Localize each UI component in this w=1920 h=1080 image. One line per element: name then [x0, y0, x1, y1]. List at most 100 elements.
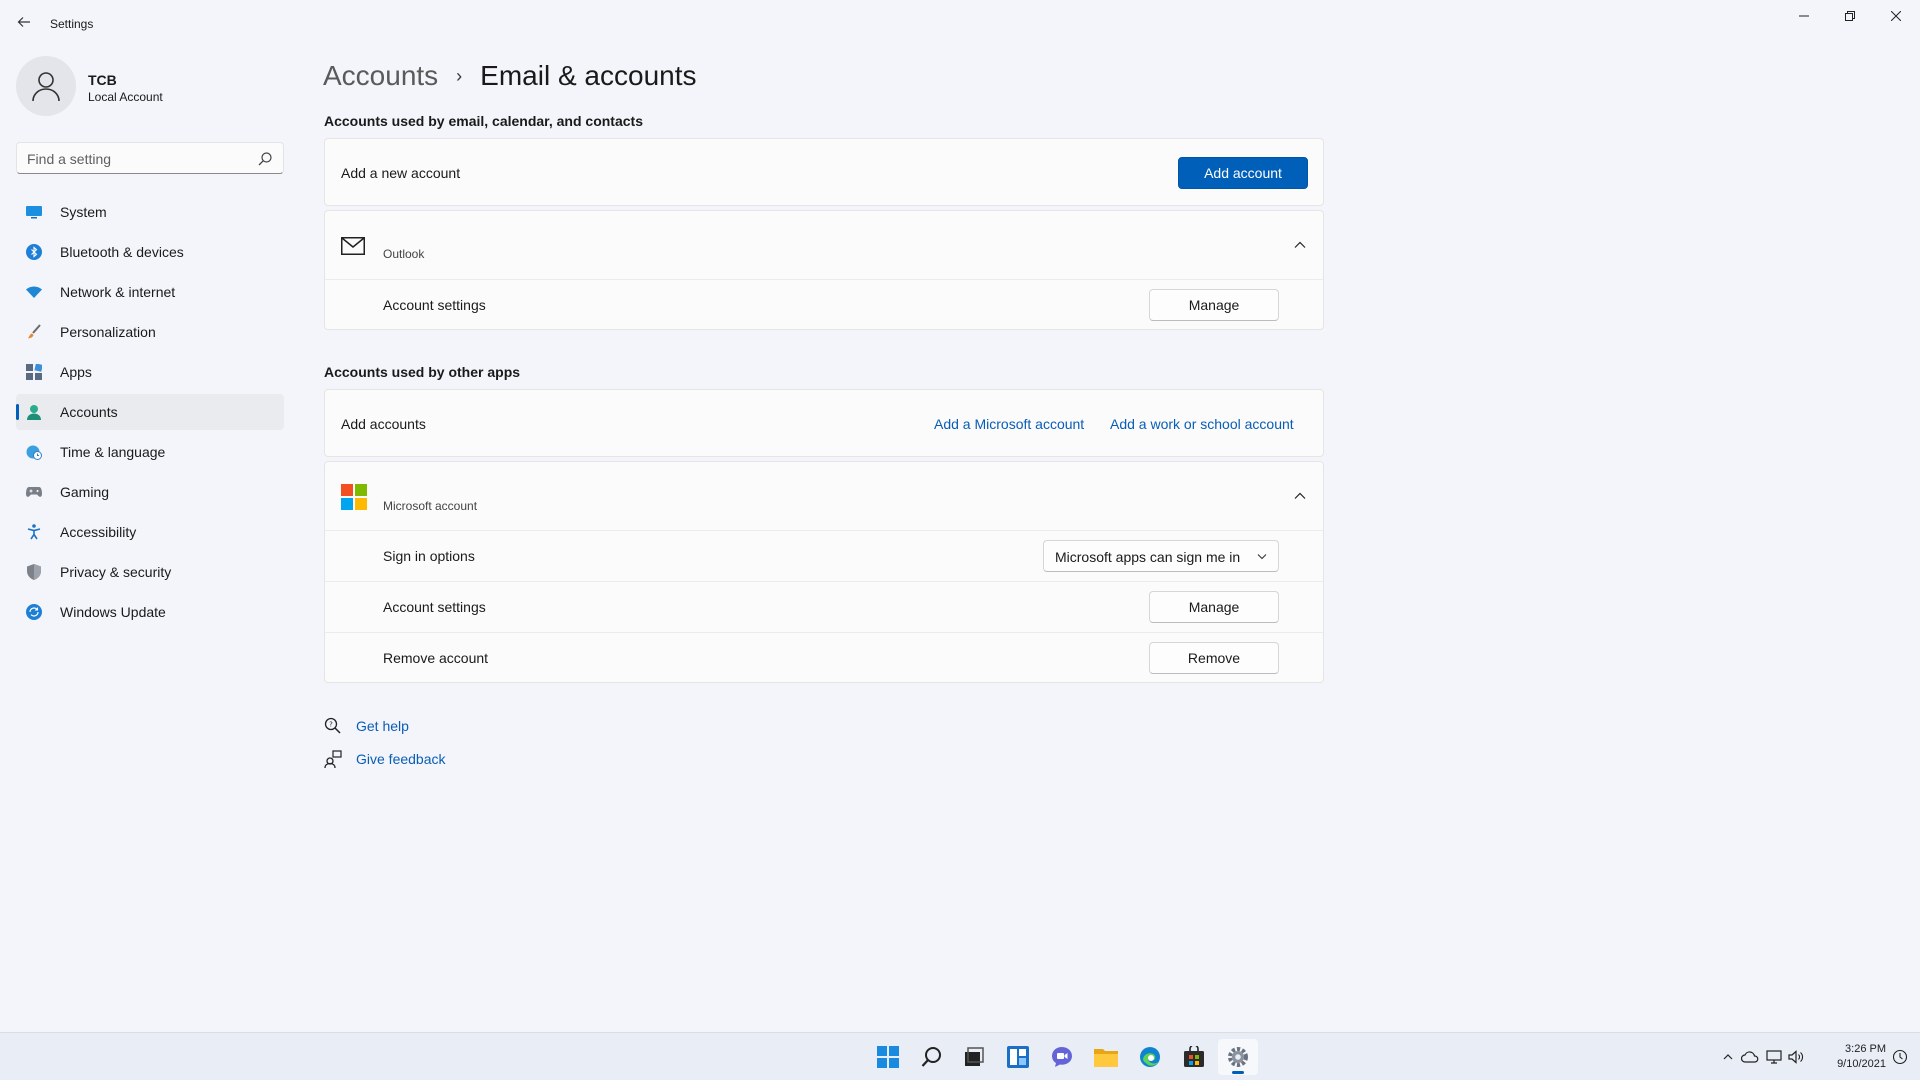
taskbar-clock[interactable]: 3:26 PM 9/10/2021 [1820, 1042, 1886, 1072]
divider [325, 632, 1323, 633]
sidebar-item-label: Accounts [60, 404, 118, 420]
breadcrumb-parent[interactable]: Accounts [323, 60, 438, 92]
tray-overflow-button[interactable] [1718, 1047, 1738, 1067]
taskbar-search-button[interactable] [912, 1039, 952, 1075]
microsoft-manage-button[interactable]: Manage [1149, 591, 1279, 623]
taskbar-store-button[interactable] [1174, 1039, 1214, 1075]
file-explorer-icon [1094, 1049, 1118, 1067]
sidebar-item-label: Personalization [60, 324, 156, 340]
arrow-left-icon [17, 17, 30, 27]
accessibility-icon [26, 524, 42, 540]
add-account-button[interactable]: Add account [1178, 157, 1308, 189]
sidebar-item-accessibility[interactable]: Accessibility [16, 514, 284, 550]
minimize-button[interactable] [1781, 0, 1827, 32]
profile-account-type: Local Account [88, 90, 163, 104]
section-title-email: Accounts used by email, calendar, and co… [324, 113, 643, 129]
microsoft-account-card: Microsoft account Sign in options Micros… [324, 461, 1324, 683]
sidebar-item-personalization[interactable]: Personalization [16, 314, 284, 350]
tray-notifications-button[interactable] [1890, 1047, 1910, 1067]
brush-icon [26, 324, 42, 340]
store-icon [1184, 1046, 1204, 1067]
microsoft-account-name: Microsoft account [383, 499, 478, 513]
feedback-icon [324, 750, 342, 768]
remove-account-label: Remove account [383, 650, 489, 666]
sidebar-item-system[interactable]: System [16, 194, 284, 230]
person-icon [32, 72, 60, 102]
shield-icon [26, 564, 42, 580]
taskbar-file-explorer-button[interactable] [1086, 1039, 1126, 1075]
profile-name: TCB [88, 72, 117, 88]
taskbar-chat-button[interactable] [1042, 1039, 1082, 1075]
give-feedback-link[interactable]: Give feedback [356, 751, 446, 767]
get-help-row[interactable]: ? Get help [324, 715, 409, 737]
sign-in-options-dropdown[interactable]: Microsoft apps can sign me in [1043, 540, 1279, 572]
settings-icon [1228, 1047, 1248, 1067]
taskbar-start-button[interactable] [868, 1039, 908, 1075]
add-microsoft-account-link[interactable]: Add a Microsoft account [934, 416, 1084, 432]
chevron-up-icon[interactable] [1292, 488, 1308, 504]
chat-icon [1052, 1047, 1072, 1067]
sign-in-options-label: Sign in options [383, 548, 475, 564]
taskbar-edge-button[interactable] [1130, 1039, 1170, 1075]
divider [325, 581, 1323, 582]
tray-onedrive-button[interactable] [1740, 1047, 1760, 1067]
add-work-school-account-link[interactable]: Add a work or school account [1110, 416, 1294, 432]
sidebar-nav: System Bluetooth & devices Network & int… [16, 194, 284, 634]
tray-network-button[interactable] [1764, 1047, 1784, 1067]
bluetooth-icon [26, 244, 42, 260]
sidebar-item-gaming[interactable]: Gaming [16, 474, 284, 510]
breadcrumb-separator: › [456, 65, 463, 86]
taskbar-task-view-button[interactable] [954, 1039, 994, 1075]
sidebar-item-bluetooth[interactable]: Bluetooth & devices [16, 234, 284, 270]
breadcrumb: Accounts › Email & accounts [323, 56, 697, 96]
search-icon[interactable] [257, 151, 273, 167]
minimize-icon [1799, 15, 1809, 17]
taskbar-settings-button[interactable] [1218, 1039, 1258, 1075]
sidebar-item-label: Network & internet [60, 284, 176, 300]
chevron-up-icon [1723, 1054, 1733, 1060]
cloud-icon [1741, 1051, 1759, 1063]
outlook-manage-button[interactable]: Manage [1149, 289, 1279, 321]
close-icon [1891, 11, 1901, 21]
sidebar-item-time-language[interactable]: Time & language [16, 434, 284, 470]
taskbar-widgets-button[interactable] [998, 1039, 1038, 1075]
taskbar-time: 3:26 PM [1845, 1043, 1886, 1055]
remove-account-button[interactable]: Remove [1149, 642, 1279, 674]
search-input[interactable] [27, 149, 247, 169]
task-view-icon [965, 1047, 984, 1066]
start-icon [877, 1046, 899, 1068]
sidebar-item-accounts[interactable]: Accounts [16, 394, 284, 430]
user-profile[interactable]: TCB Local Account [16, 56, 286, 120]
sidebar-item-label: Gaming [60, 484, 110, 500]
back-button[interactable] [12, 10, 36, 34]
sidebar-item-label: Privacy & security [60, 564, 172, 580]
tray-volume-button[interactable] [1786, 1047, 1806, 1067]
sidebar-item-label: Accessibility [60, 524, 137, 540]
sidebar-item-apps[interactable]: Apps [16, 354, 284, 390]
restore-button[interactable] [1827, 0, 1873, 32]
person-icon [26, 404, 42, 420]
globe-clock-icon [26, 444, 42, 460]
outlook-account-name: Outlook [383, 247, 425, 261]
sidebar-item-network[interactable]: Network & internet [16, 274, 284, 310]
sign-in-options-value: Microsoft apps can sign me in [1055, 549, 1241, 565]
get-help-link[interactable]: Get help [356, 718, 409, 734]
sidebar-item-privacy[interactable]: Privacy & security [16, 554, 284, 590]
mail-icon [341, 237, 365, 255]
notifications-icon [1892, 1049, 1908, 1065]
sidebar-item-windows-update[interactable]: Windows Update [16, 594, 284, 630]
network-icon [1766, 1050, 1782, 1064]
app-title: Settings [50, 17, 94, 31]
gamepad-icon [26, 484, 42, 500]
give-feedback-row[interactable]: Give feedback [324, 748, 446, 770]
microsoft-logo-icon [341, 484, 367, 510]
add-accounts-label: Add accounts [341, 416, 426, 432]
close-button[interactable] [1873, 0, 1919, 32]
title-bar: Settings [0, 0, 1920, 48]
chevron-up-icon[interactable] [1292, 237, 1308, 253]
section-title-other-apps: Accounts used by other apps [324, 364, 521, 380]
search-box[interactable] [16, 142, 284, 174]
wifi-icon [26, 284, 42, 300]
taskbar: 3:26 PM 9/10/2021 [0, 1032, 1920, 1080]
widgets-icon [1007, 1046, 1029, 1068]
